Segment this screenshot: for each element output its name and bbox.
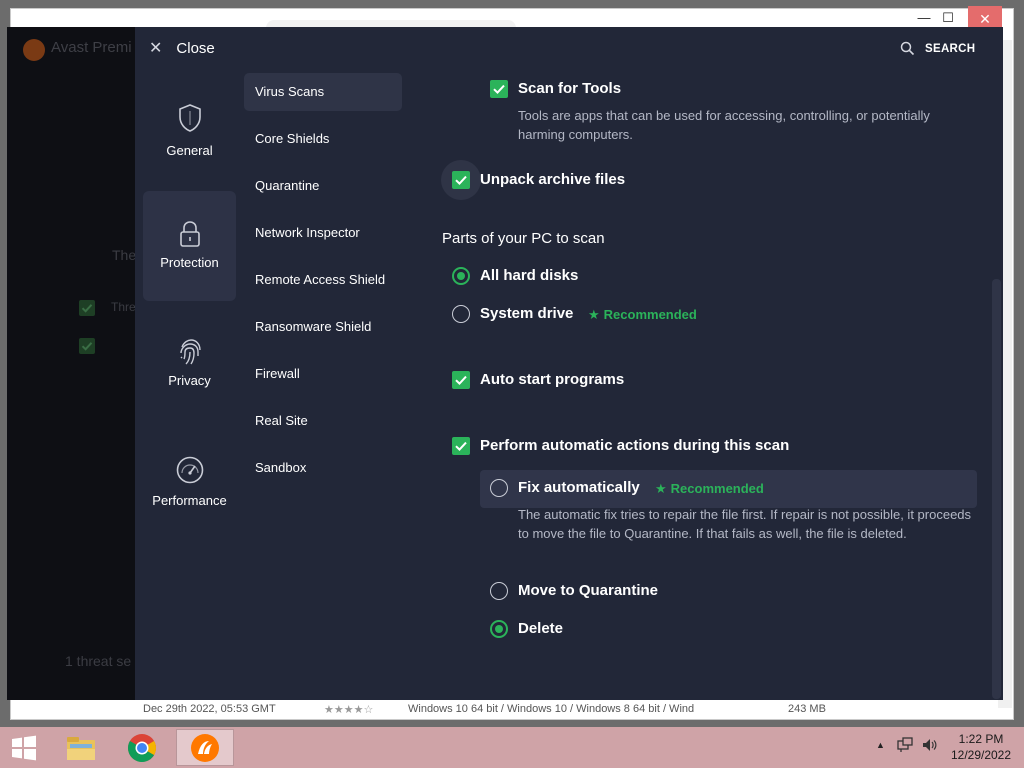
scan-tools-description: Tools are apps that can be used for acce… — [518, 108, 930, 142]
file-explorer-icon — [67, 736, 95, 760]
category-privacy[interactable]: Privacy — [143, 317, 236, 427]
settings-scrollbar[interactable] — [992, 279, 1001, 699]
sub-item-virus-scans[interactable]: Virus Scans — [244, 73, 402, 111]
perform-actions-checkbox[interactable] — [452, 437, 470, 455]
fix-automatically-radio[interactable] — [490, 479, 508, 497]
close-icon: ✕ — [149, 40, 163, 57]
avast-icon — [191, 733, 219, 762]
tray-chevron-icon[interactable]: ▲ — [876, 740, 885, 750]
bg-row-date: Dec 29th 2022, 05:53 GMT — [143, 703, 276, 715]
unpack-archive-checkbox[interactable] — [452, 171, 470, 189]
category-label: Protection — [160, 255, 219, 270]
category-label: Performance — [152, 493, 227, 508]
shield-icon — [178, 104, 201, 132]
start-button[interactable] — [0, 729, 48, 766]
auto-start-checkbox[interactable] — [452, 371, 470, 389]
all-hard-disks-radio[interactable] — [452, 267, 470, 285]
clock-date: 12/29/2022 — [950, 748, 1012, 762]
clock-time: 1:22 PM — [958, 732, 1004, 746]
category-label: General — [166, 143, 213, 158]
parts-section-title: Parts of your PC to scan — [442, 230, 605, 247]
scan-tools-checkbox[interactable] — [490, 80, 508, 98]
fingerprint-icon — [179, 339, 201, 365]
recommended-label: Recommended — [603, 307, 697, 322]
bg-row-rating: ★★★★☆ — [324, 704, 374, 716]
star-icon: ★ — [588, 307, 600, 322]
sub-item-remote-access-shield[interactable]: Remote Access Shield — [244, 261, 402, 299]
category-label: Privacy — [168, 373, 211, 388]
fix-automatically-label: Fix automatically — [518, 479, 640, 496]
delete-label: Delete — [518, 620, 564, 637]
star-icon: ★ — [655, 481, 667, 496]
bg-row-size: 243 MB — [788, 703, 826, 715]
fix-automatically-description: The automatic fix tries to repair the fi… — [518, 507, 972, 541]
bg-footer-text: 1 threat se — [65, 653, 132, 669]
category-protection[interactable]: Protection — [143, 191, 236, 301]
sub-item-sandbox[interactable]: Sandbox — [244, 449, 402, 487]
file-explorer-button[interactable] — [57, 729, 105, 766]
search-button[interactable]: SEARCH — [900, 41, 975, 56]
lock-icon — [179, 221, 200, 247]
search-icon — [900, 41, 915, 56]
perform-actions-label: Perform automatic actions during this sc… — [480, 437, 790, 454]
all-hard-disks-label: All hard disks — [480, 267, 579, 284]
fix-automatically-recommended-badge: ★ Recommended — [655, 481, 764, 497]
category-general[interactable]: General — [143, 83, 236, 193]
close-label: Close — [176, 39, 215, 57]
sub-item-firewall[interactable]: Firewall — [244, 355, 402, 393]
sub-item-real-site[interactable]: Real Site — [244, 402, 402, 440]
network-icon[interactable] — [897, 737, 913, 756]
move-quarantine-radio[interactable] — [490, 582, 508, 600]
volume-icon[interactable] — [921, 737, 937, 756]
system-drive-recommended-badge: ★ Recommended — [588, 307, 697, 323]
sub-item-network-inspector[interactable]: Network Inspector — [244, 214, 402, 252]
sub-item-core-shields[interactable]: Core Shields — [244, 120, 402, 158]
recommended-label: Recommended — [670, 481, 764, 496]
system-drive-radio[interactable] — [452, 305, 470, 323]
system-drive-label: System drive — [480, 305, 574, 322]
system-clock[interactable]: 1:22 PM 12/29/2022 — [942, 731, 1020, 763]
maximize-icon[interactable]: ☐ — [938, 10, 958, 26]
avast-logo — [23, 39, 45, 61]
chrome-button[interactable] — [118, 729, 166, 766]
taskbar: ▲ 1:22 PM 12/29/2022 — [0, 727, 1024, 768]
bg-heading: The — [112, 247, 135, 263]
scan-tools-label: Scan for Tools — [518, 80, 622, 97]
delete-radio[interactable] — [490, 620, 508, 638]
settings-panel: ✕ Close SEARCH General Protection Privac… — [135, 27, 1003, 700]
auto-start-label: Auto start programs — [480, 371, 625, 388]
avast-button[interactable] — [176, 729, 234, 766]
search-label: SEARCH — [925, 42, 976, 55]
bg-threat-label: Thre — [111, 300, 135, 314]
sub-item-ransomware-shield[interactable]: Ransomware Shield — [244, 308, 402, 346]
bg-checkbox-2 — [79, 338, 95, 354]
avast-title: Avast Premi — [51, 39, 132, 56]
minimize-icon[interactable]: — — [914, 10, 934, 25]
move-quarantine-label: Move to Quarantine — [518, 582, 659, 599]
unpack-archive-label: Unpack archive files — [480, 171, 626, 188]
bg-checkbox-1 — [79, 300, 95, 316]
category-performance[interactable]: Performance — [143, 437, 236, 547]
close-button[interactable]: ✕ Close — [149, 38, 215, 58]
start-icon — [12, 735, 36, 760]
chrome-icon — [128, 733, 156, 762]
sub-item-quarantine[interactable]: Quarantine — [244, 167, 402, 205]
bg-row-platforms: Windows 10 64 bit / Windows 10 / Windows… — [408, 703, 695, 715]
speedometer-icon — [176, 456, 203, 484]
avast-main-window: Avast Premi The Thre 1 threat se — [7, 27, 135, 700]
